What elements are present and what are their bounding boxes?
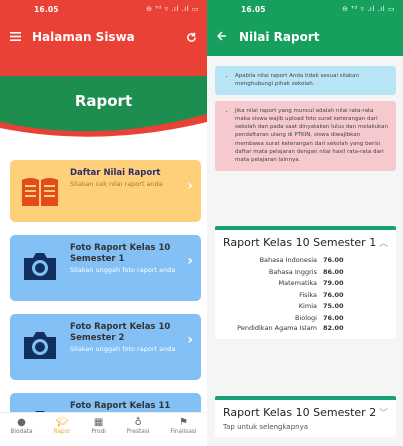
book-icon [18, 168, 62, 214]
info-alert-text: Apabila nilai raport Anda tidak sesuai s… [235, 72, 388, 89]
nav-label: Rapor [53, 429, 71, 435]
grade-row: Bahasa Inggris 86.00 [223, 267, 388, 279]
camera-icon [18, 243, 62, 289]
nilai-raport-screen: 16.05 ⊖ ᵀᵈ ▿ .ıl .ıl ▭ Nilai Raport Apab… [207, 0, 403, 446]
student-page-screen: 16.05 ⊖ ᵀᵈ ▿ .ıl .ıl ▭ Halaman Siswa Rap… [0, 0, 207, 446]
subject-name: Bahasa Indonesia [259, 256, 317, 264]
accordion-semester-1: Raport Kelas 10 Semester 1 ︿ Bahasa Indo… [215, 226, 396, 339]
chevron-up-icon[interactable]: ︿ [379, 236, 388, 249]
subject-value: 86.00 [323, 267, 344, 276]
flag-icon: ⚑ [178, 417, 188, 428]
subject-value: 76.00 [323, 256, 344, 264]
nav-biodata[interactable]: ● Biodata [10, 417, 32, 435]
trophy-icon: ♁ [134, 417, 142, 428]
menu-icon[interactable] [10, 30, 32, 45]
bottom-navigation: ● Biodata 🎓︎ Rapor ▦ Prodi ♁ Prestasi ⚑ … [0, 412, 207, 446]
warning-alert-text: Jika nilai raport yang muncul adalah nil… [235, 107, 388, 165]
subject-value: 75.00 [323, 302, 344, 310]
raport-banner: Raport [0, 56, 207, 144]
subject-value: 82.00 [323, 324, 344, 332]
grade-row: Fisika 76.00 [223, 290, 388, 302]
chevron-right-icon: › [187, 332, 193, 348]
chevron-right-icon: › [187, 253, 193, 269]
card-foto-raport-10-2[interactable]: Foto Raport Kelas 10 Semester 2 Silakan … [10, 314, 201, 380]
subject-value: 76.00 [323, 290, 344, 299]
status-time: 16.05 [34, 4, 59, 14]
status-bar: 16.05 ⊖ ᵀᵈ ▿ .ıl .ıl ▭ [0, 0, 207, 18]
grade-row: Kimia 75.00 [223, 301, 388, 313]
subject-name: Matematika [278, 279, 317, 287]
grade-row: Pendidikan Agama Islam 82.00 [223, 324, 388, 333]
card-subtitle: Silakan unggah foto raport anda [70, 266, 176, 274]
status-icons: ⊖ ᵀᵈ ▿ .ıl .ıl ▭ [342, 5, 395, 13]
grade-row: Matematika 79.00 [223, 278, 388, 290]
app-bar: Halaman Siswa [0, 18, 207, 56]
camera-icon [18, 322, 62, 368]
status-bar: 16.05 ⊖ ᵀᵈ ▿ .ıl .ıl ▭ [207, 0, 403, 18]
chevron-down-icon[interactable]: ﹀ [379, 406, 388, 419]
subject-name: Pendidikan Agama Islam [237, 324, 317, 332]
info-alert: Apabila nilai raport Anda tidak sesuai s… [215, 66, 396, 95]
nav-label: Prestasi [126, 429, 150, 435]
card-subtitle: Silakan unggah foto raport anda [70, 345, 176, 353]
accordion-semester-2[interactable]: Raport Kelas 10 Semester 2 ﹀ Tap untuk s… [215, 396, 396, 437]
tap-hint: Tap untuk selengkapnya [223, 423, 309, 431]
nav-label: Finalisasi [170, 429, 197, 435]
card-foto-raport-10-1[interactable]: Foto Raport Kelas 10 Semester 1 Silakan … [10, 235, 201, 301]
chevron-right-icon: › [187, 178, 193, 194]
card-subtitle: Silakan cek nilai raport anda [70, 180, 163, 188]
grade-row: Biologi 76.00 [223, 313, 388, 325]
subject-value: 76.00 [323, 313, 344, 322]
card-daftar-nilai-raport[interactable]: Daftar Nilai Raport Silakan cek nilai ra… [10, 160, 201, 222]
refresh-icon[interactable] [186, 28, 197, 47]
accordion-header[interactable]: Raport Kelas 10 Semester 2 ﹀ [215, 400, 396, 423]
nav-prestasi[interactable]: ♁ Prestasi [127, 417, 150, 435]
person-icon: ● [17, 417, 26, 428]
building-icon: ▦ [93, 417, 104, 428]
warning-alert: Jika nilai raport yang muncul adalah nil… [215, 100, 396, 171]
grades-list: Bahasa Indonesia 76.00 Bahasa Inggris 86… [215, 253, 396, 339]
subject-name: Biologi [295, 313, 317, 322]
status-icons: ⊖ ᵀᵈ ▿ .ıl .ıl ▭ [146, 5, 199, 13]
nav-rapor[interactable]: 🎓︎ Rapor [53, 417, 70, 435]
grade-row: Bahasa Indonesia 76.00 [223, 255, 388, 267]
subject-name: Kimia [298, 302, 317, 310]
page-title: Nilai Raport [239, 30, 320, 44]
nav-finalisasi[interactable]: ⚑ Finalisasi [170, 417, 196, 435]
arrow-left-icon[interactable] [216, 30, 239, 45]
subject-name: Bahasa Inggris [268, 267, 317, 276]
nav-prodi[interactable]: ▦ Prodi [91, 417, 106, 435]
subject-name: Fisika [299, 290, 317, 299]
app-bar: Nilai Raport [207, 18, 403, 56]
accordion-title: Raport Kelas 10 Semester 2 [223, 406, 377, 419]
card-title: Daftar Nilai Raport [70, 168, 161, 178]
accordion-header[interactable]: Raport Kelas 10 Semester 1 ︿ [215, 230, 396, 253]
nav-label: Prodi [91, 429, 106, 435]
status-time: 16.05 [241, 4, 266, 14]
page-title: Halaman Siswa [32, 30, 135, 44]
banner-title: Raport [74, 92, 133, 110]
nav-label: Biodata [10, 429, 33, 435]
card-title: Foto Raport Kelas 10 Semester 1 [70, 243, 171, 264]
subject-value: 79.00 [323, 279, 344, 287]
graduation-cap-icon: 🎓︎ [55, 417, 69, 428]
card-title: Foto Raport Kelas 10 Semester 2 [70, 322, 171, 343]
accordion-title: Raport Kelas 10 Semester 1 [223, 236, 377, 249]
